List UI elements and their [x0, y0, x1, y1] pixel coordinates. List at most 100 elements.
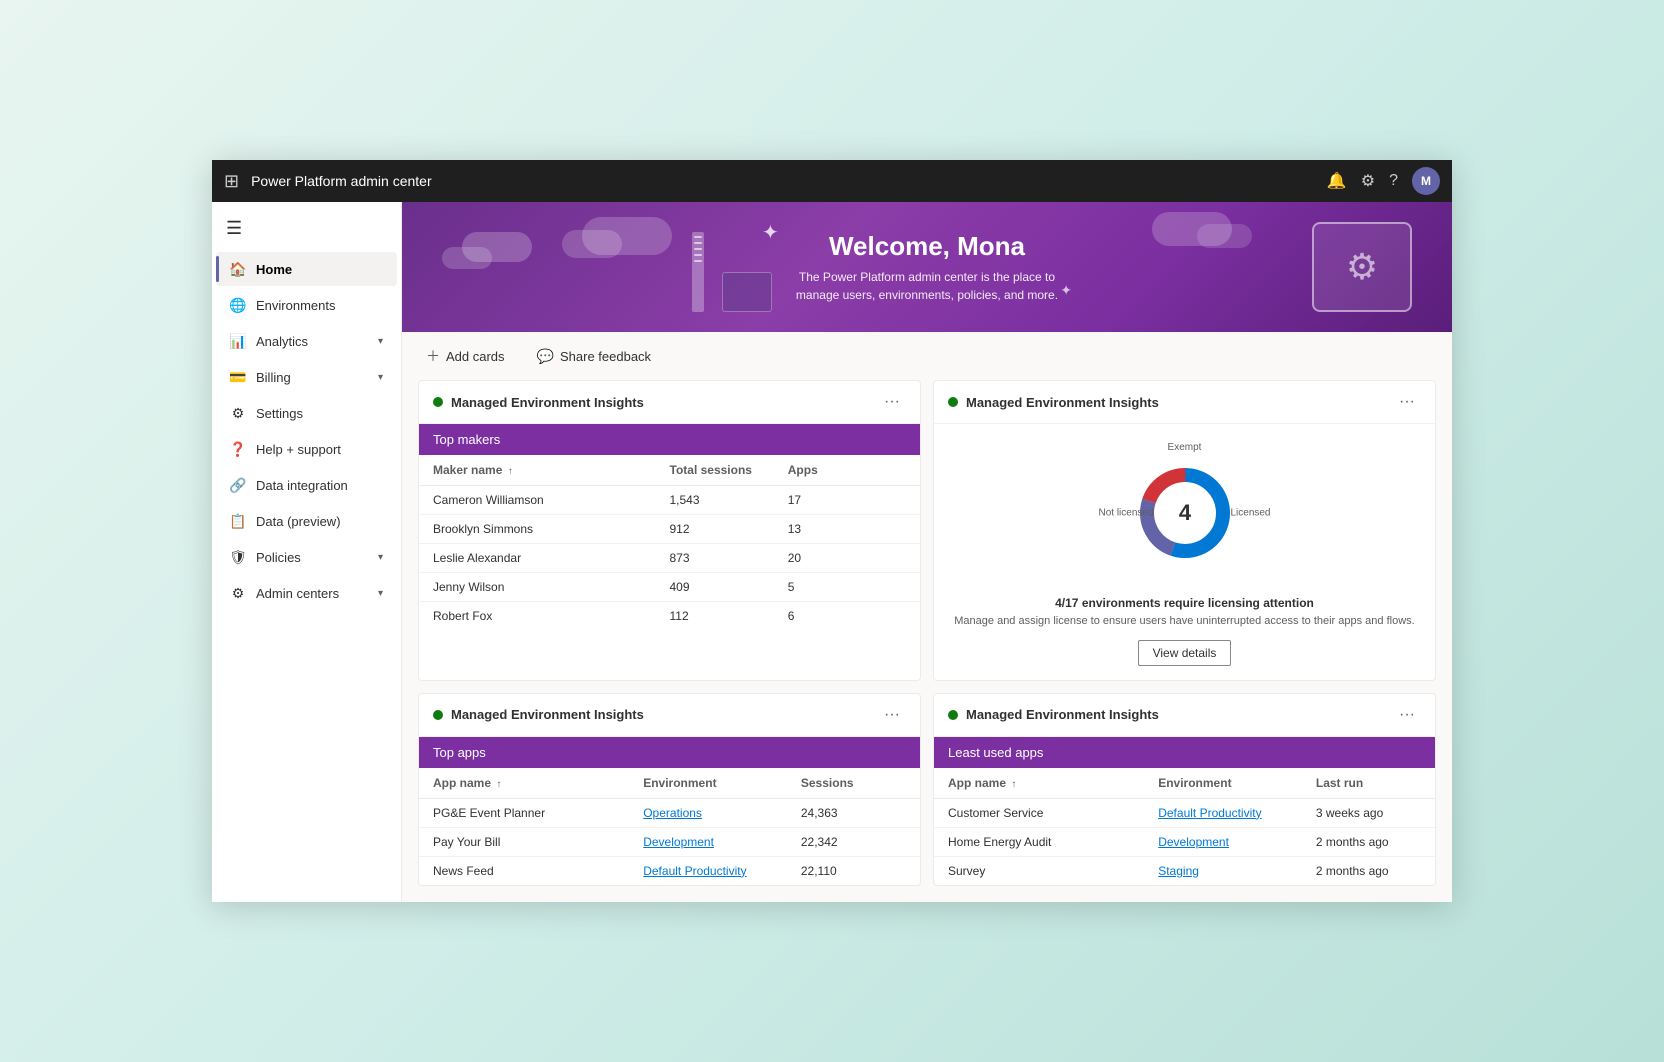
least-app-name: Survey	[948, 864, 1158, 878]
sidebar-item-environments[interactable]: 🌐 Environments	[216, 288, 397, 322]
ruler-decoration	[692, 232, 704, 312]
card-top-makers: Managed Environment Insights ··· Top mak…	[418, 380, 921, 680]
table-row: Survey Staging 2 months ago	[934, 857, 1435, 885]
top-makers-rows: Cameron Williamson 1,543 17 Brooklyn Sim…	[419, 486, 920, 630]
data-integration-icon: 🔗	[230, 477, 246, 493]
settings-sidebar-icon: ⚙	[230, 405, 246, 421]
least-app-env-link[interactable]: Default Productivity	[1158, 806, 1316, 820]
least-app-env-link[interactable]: Development	[1158, 835, 1316, 849]
maker-name: Leslie Alexandar	[433, 551, 670, 565]
table-row: Leslie Alexandar 873 20	[419, 544, 920, 573]
least-app-name: Customer Service	[948, 806, 1158, 820]
hero-subtitle: The Power Platform admin center is the p…	[796, 268, 1058, 304]
sort-asc-icon: ↑	[508, 466, 513, 477]
feedback-icon: 💬	[537, 348, 554, 365]
maker-sessions: 873	[670, 551, 788, 565]
not-licensed-label: Not licensed	[1099, 508, 1154, 519]
sidebar-item-home[interactable]: 🏠 Home	[216, 252, 397, 286]
licensed-label: Licensed	[1230, 508, 1270, 519]
sidebar-item-settings-label: Settings	[256, 406, 383, 421]
sidebar-menu-button[interactable]: ☰	[212, 210, 401, 247]
card-top-apps-title: Managed Environment Insights	[451, 707, 878, 722]
table-row: Home Energy Audit Development 2 months a…	[934, 828, 1435, 857]
sidebar-item-billing-label: Billing	[256, 370, 368, 385]
maker-name: Brooklyn Simmons	[433, 522, 670, 536]
maker-sessions: 1,543	[670, 493, 788, 507]
app-environment-link[interactable]: Default Productivity	[643, 864, 801, 878]
maker-sessions: 112	[670, 609, 788, 623]
hero-subtitle-line1: The Power Platform admin center is the p…	[799, 270, 1055, 284]
least-app-name: Home Energy Audit	[948, 835, 1158, 849]
cloud-decoration-2	[442, 247, 492, 269]
card-least-used-more-button[interactable]: ···	[1393, 704, 1421, 726]
toolbar: ＋ Add cards 💬 Share feedback	[402, 332, 1452, 380]
card-top-apps-more-button[interactable]: ···	[878, 704, 906, 726]
notification-icon[interactable]: 🔔	[1327, 171, 1347, 191]
donut-area: Exempt Not licensed Licensed	[1095, 438, 1275, 588]
col-app-name-2: App name ↑	[948, 776, 1158, 790]
status-indicator-green	[433, 397, 443, 407]
sidebar-item-data-integration[interactable]: 🔗 Data integration	[216, 468, 397, 502]
settings-icon[interactable]: ⚙	[1361, 171, 1375, 191]
top-bar: ⊞ Power Platform admin center 🔔 ⚙ ? M	[212, 160, 1452, 202]
top-makers-col-headers: Maker name ↑ Total sessions Apps	[419, 455, 920, 486]
policies-icon: 🛡	[230, 549, 246, 565]
cards-grid: Managed Environment Insights ··· Top mak…	[402, 380, 1452, 901]
sidebar-item-data-preview-label: Data (preview)	[256, 514, 383, 529]
admin-centers-chevron-icon: ▾	[378, 588, 383, 599]
sidebar-item-policies[interactable]: 🛡 Policies ▾	[216, 540, 397, 574]
view-details-button[interactable]: View details	[1138, 640, 1232, 666]
sidebar-item-billing[interactable]: 💳 Billing ▾	[216, 360, 397, 394]
status-indicator-green-3	[433, 710, 443, 720]
app-name: Pay Your Bill	[433, 835, 643, 849]
cloud-decoration-4	[562, 230, 622, 258]
add-cards-label: Add cards	[446, 349, 505, 364]
sidebar: ☰ 🏠 Home 🌐 Environments 📊 Analytics ▾ 💳 …	[212, 202, 402, 901]
sidebar-item-admin-centers[interactable]: ⚙ Admin centers ▾	[216, 576, 397, 610]
star-icon-2: ✦	[1060, 282, 1072, 299]
maker-sessions: 912	[670, 522, 788, 536]
sidebar-item-analytics[interactable]: 📊 Analytics ▾	[216, 324, 397, 358]
app-title: Power Platform admin center	[251, 173, 1327, 189]
col-sessions-apps: Sessions	[801, 776, 906, 790]
top-makers-section-header: Top makers	[419, 424, 920, 455]
maker-apps: 6	[788, 609, 906, 623]
card-least-used: Managed Environment Insights ··· Least u…	[933, 693, 1436, 886]
app-sessions: 22,110	[801, 864, 906, 878]
donut-subdescription: Manage and assign license to ensure user…	[954, 614, 1414, 629]
table-row: News Feed Default Productivity 22,110	[419, 857, 920, 885]
sidebar-item-data-preview[interactable]: 📋 Data (preview)	[216, 504, 397, 538]
waffle-icon[interactable]: ⊞	[224, 171, 239, 192]
help-icon[interactable]: ?	[1389, 172, 1398, 190]
table-row: Brooklyn Simmons 912 13	[419, 515, 920, 544]
plus-icon: ＋	[426, 346, 440, 366]
environments-icon: 🌐	[230, 297, 246, 313]
maker-sessions: 409	[670, 580, 788, 594]
app-environment-link[interactable]: Development	[643, 835, 801, 849]
app-environment-link[interactable]: Operations	[643, 806, 801, 820]
least-used-section-header: Least used apps	[934, 737, 1435, 768]
card-top-makers-title: Managed Environment Insights	[451, 395, 878, 410]
least-used-rows: Customer Service Default Productivity 3 …	[934, 799, 1435, 885]
home-icon: 🏠	[230, 261, 246, 277]
share-feedback-label: Share feedback	[560, 349, 651, 364]
top-apps-rows: PG&E Event Planner Operations 24,363 Pay…	[419, 799, 920, 885]
table-row: Customer Service Default Productivity 3 …	[934, 799, 1435, 828]
exempt-label: Exempt	[1168, 442, 1202, 453]
card-licensing-more-button[interactable]: ···	[1393, 391, 1421, 413]
card-licensing-header: Managed Environment Insights ···	[934, 381, 1435, 424]
card-least-used-title: Managed Environment Insights	[966, 707, 1393, 722]
svg-text:4: 4	[1178, 500, 1191, 525]
gear-large-icon: ⚙	[1346, 246, 1378, 288]
add-cards-button[interactable]: ＋ Add cards	[418, 342, 513, 370]
col-sessions: Total sessions	[670, 463, 788, 477]
card-top-makers-more-button[interactable]: ···	[878, 391, 906, 413]
share-feedback-button[interactable]: 💬 Share feedback	[529, 344, 660, 369]
sidebar-item-help-support[interactable]: ❓ Help + support	[216, 432, 397, 466]
avatar[interactable]: M	[1412, 167, 1440, 195]
least-app-env-link[interactable]: Staging	[1158, 864, 1316, 878]
sidebar-item-home-label: Home	[256, 262, 383, 277]
sidebar-item-settings[interactable]: ⚙ Settings	[216, 396, 397, 430]
main-layout: ☰ 🏠 Home 🌐 Environments 📊 Analytics ▾ 💳 …	[212, 202, 1452, 901]
sort-asc-icon-2: ↑	[496, 779, 501, 790]
